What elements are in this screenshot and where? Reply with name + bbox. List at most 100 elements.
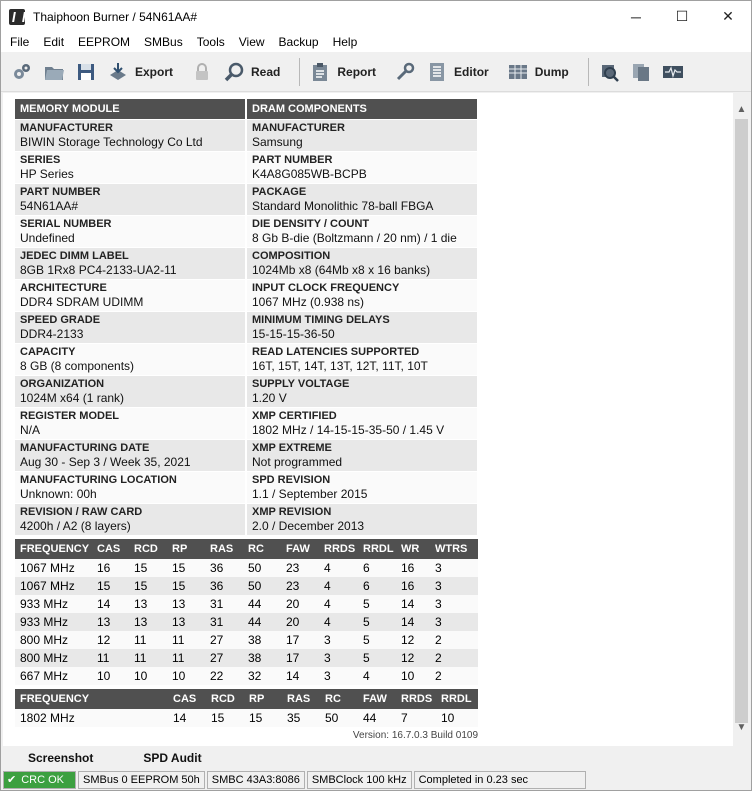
crc-status-text: CRC OK	[21, 774, 64, 786]
field-value: Not programmed	[252, 455, 343, 469]
field-value: Unknown: 00h	[20, 487, 97, 501]
report-view[interactable]: MEMORY MODULE DRAM COMPONENTS MANUFACTUR…	[3, 93, 733, 746]
table-cell: 5	[363, 633, 370, 647]
scroll-up-arrow-icon[interactable]: ▲	[733, 101, 750, 118]
editor-label: Editor	[454, 64, 489, 79]
table-cell: 13	[172, 597, 186, 611]
table-cell: 32	[248, 669, 262, 683]
table-cell: 10	[401, 669, 415, 683]
table-cell: 12	[97, 633, 111, 647]
table-cell: 10	[97, 669, 111, 683]
dram-field: SPD REVISION 1.1 / September 2015	[247, 472, 477, 503]
menu-eeprom[interactable]: EEPROM	[71, 32, 137, 52]
table-row: 1067 MHz 15 15 15 36 50 23 4 6 16 3	[15, 577, 478, 595]
field-value: DDR4-2133	[20, 327, 84, 341]
table-cell: 38	[248, 633, 262, 647]
memory-check-button[interactable]	[594, 57, 624, 87]
settings-button[interactable]	[7, 57, 37, 87]
clipboard-icon	[309, 61, 331, 83]
dram-field: READ LATENCIES SUPPORTED 16T, 15T, 14T, 1…	[247, 344, 477, 375]
export-button[interactable]: Export	[103, 57, 185, 87]
dram-field: MANUFACTURER Samsung	[247, 120, 477, 151]
tools-button[interactable]	[390, 57, 420, 87]
table-row: 933 MHz 14 13 13 31 44 20 4 5 14 3	[15, 595, 478, 613]
column-header: FAW	[286, 543, 310, 555]
table-cell: 23	[286, 579, 300, 593]
read-button[interactable]: Read	[219, 57, 292, 87]
spd-info-grid: MEMORY MODULE DRAM COMPONENTS MANUFACTUR…	[15, 99, 478, 535]
menu-edit[interactable]: Edit	[36, 32, 71, 52]
folder-icon	[43, 61, 65, 83]
table-cell: 15	[211, 711, 225, 725]
table-cell: 13	[97, 615, 111, 629]
menu-smbus[interactable]: SMBus	[137, 32, 190, 52]
table-cell: 27	[210, 651, 224, 665]
table-cell: 4	[324, 561, 331, 575]
field-value: Aug 30 - Sep 3 / Week 35, 2021	[20, 455, 191, 469]
documents-icon	[630, 61, 652, 83]
open-button[interactable]	[39, 57, 69, 87]
field-value: N/A	[20, 423, 41, 437]
table-cell: 10	[134, 669, 148, 683]
tab-screenshot[interactable]: Screenshot	[3, 748, 118, 769]
scrollbar-thumb[interactable]	[735, 119, 748, 723]
close-button[interactable]: ✕	[705, 1, 751, 32]
table-cell: 3	[435, 597, 442, 611]
title-bar[interactable]: Thaiphoon Burner / 54N61AA# ─ ☐ ✕	[1, 1, 751, 32]
column-header: WR	[401, 543, 420, 555]
gears-icon	[11, 61, 33, 83]
editor-button[interactable]: Editor	[422, 57, 501, 87]
field-value: K4A8G085WB-BCPB	[252, 167, 367, 181]
column-header: FAW	[363, 693, 387, 705]
column-header: RRDS	[401, 693, 433, 705]
table-cell: 22	[210, 669, 224, 683]
tab-spd-audit[interactable]: SPD Audit	[118, 748, 226, 769]
table-cell: 4	[324, 579, 331, 593]
monitor-button[interactable]	[658, 57, 688, 87]
menu-backup[interactable]: Backup	[272, 32, 326, 52]
field-label: CAPACITY	[20, 346, 76, 358]
menu-tools[interactable]: Tools	[190, 32, 232, 52]
dram-field: MINIMUM TIMING DELAYS 15-15-15-36-50	[247, 312, 477, 343]
column-header: RRDS	[324, 543, 356, 555]
menu-help[interactable]: Help	[326, 32, 365, 52]
maximize-button[interactable]: ☐	[659, 1, 705, 32]
field-label: MANUFACTURER	[20, 122, 113, 134]
field-label: INPUT CLOCK FREQUENCY	[252, 282, 400, 294]
field-label: SERIAL NUMBER	[20, 218, 112, 230]
column-header: FREQUENCY	[20, 693, 90, 705]
column-header: RC	[248, 543, 264, 555]
menu-file[interactable]: File	[3, 32, 36, 52]
dram-field: XMP REVISION 2.0 / December 2013	[247, 504, 477, 535]
module-field: ARCHITECTURE DDR4 SDRAM UDIMM	[15, 280, 245, 311]
field-label: REGISTER MODEL	[20, 410, 120, 422]
scroll-down-arrow-icon[interactable]: ▼	[733, 719, 750, 736]
table-row: 800 MHz 12 11 11 27 38 17 3 5 12 2	[15, 631, 478, 649]
copy-button[interactable]	[626, 57, 656, 87]
report-button[interactable]: Report	[305, 57, 388, 87]
table-cell: 36	[210, 579, 224, 593]
dram-field: INPUT CLOCK FREQUENCY 1067 MHz (0.938 ns)	[247, 280, 477, 311]
field-value: DDR4 SDRAM UDIMM	[20, 295, 144, 309]
menu-view[interactable]: View	[232, 32, 272, 52]
table-cell: 3	[435, 561, 442, 575]
field-value: 1024Mb x8 (64Mb x8 x 16 banks)	[252, 263, 431, 277]
minimize-button[interactable]: ─	[613, 1, 659, 32]
column-header: CAS	[97, 543, 121, 555]
table-cell: 11	[172, 633, 185, 647]
module-field: MANUFACTURING DATE Aug 30 - Sep 3 / Week …	[15, 440, 245, 471]
save-button[interactable]	[71, 57, 101, 87]
lock-button[interactable]	[187, 57, 217, 87]
table-cell: 1067 MHz	[20, 579, 75, 593]
dump-button[interactable]: Dump	[503, 57, 581, 87]
table-cell: 5	[363, 597, 370, 611]
column-header: RCD	[134, 543, 158, 555]
table-cell: 17	[286, 633, 300, 647]
smbclock-status: SMBClock 100 kHz	[306, 771, 412, 789]
table-cell: 35	[287, 711, 301, 725]
field-value: 8GB 1Rx8 PC4-2133-UA2-11	[20, 263, 177, 277]
field-label: SPEED GRADE	[20, 314, 101, 326]
table-cell: 6	[363, 579, 370, 593]
vertical-scrollbar[interactable]: ▲ ▼	[733, 93, 750, 746]
read-label: Read	[251, 64, 281, 79]
